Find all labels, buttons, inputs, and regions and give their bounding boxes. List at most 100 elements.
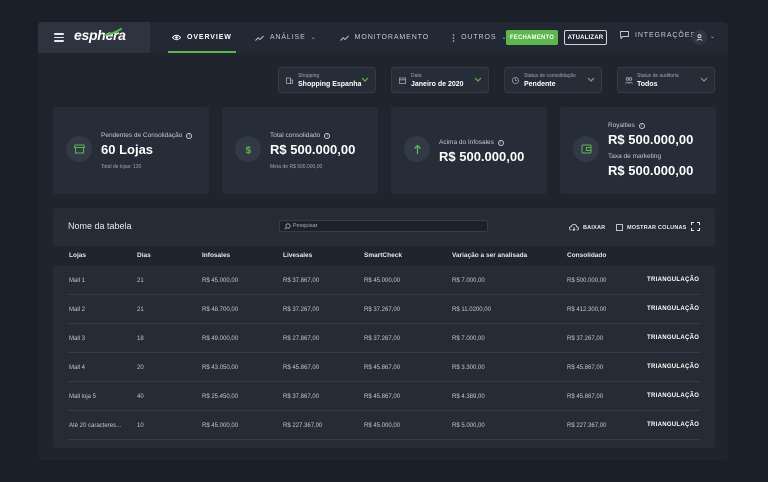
table-row[interactable]: Até 20 caracteres... 10 R$ 45.000,00 R$ 227… — [68, 411, 700, 440]
nav-outros-label: OUTROS — [461, 34, 497, 41]
cell-consolidado: R$ 412.300,00 — [567, 307, 607, 313]
filter-label: Shopping — [298, 73, 320, 79]
nav-overview[interactable]: OVERVIEW — [160, 22, 243, 53]
trend-icon — [339, 35, 349, 41]
cell-livesales: R$ 45.867,00 — [283, 365, 320, 371]
logo-swoosh-icon — [104, 28, 122, 36]
cell-variacao: R$ 4.389,00 — [452, 394, 485, 400]
search-box[interactable] — [279, 220, 488, 232]
card-value-secondary: R$ 500.000,00 — [608, 163, 694, 178]
card-label: Royalties! — [608, 122, 645, 129]
card-label-text: Total consolidado — [270, 132, 321, 139]
table-title: Nome da tabela — [68, 221, 132, 231]
search-input[interactable] — [293, 221, 483, 231]
mostrar-colunas-label: MOSTRAR COLUNAS — [627, 224, 687, 231]
baixar-label: BAIXAR — [583, 224, 606, 231]
table-row[interactable]: Mall 2 21 R$ 48.700,00 R$ 37.267,00 R$ 37.26… — [68, 295, 700, 324]
cell-smartcheck: R$ 37.267,00 — [364, 336, 401, 342]
cell-variacao: R$ 3.300,00 — [452, 365, 485, 371]
nav-monitoramento[interactable]: MONITORAMENTO — [328, 22, 440, 53]
atualizar-button[interactable]: ATUALIZAR — [564, 30, 607, 45]
info-icon[interactable]: ! — [186, 132, 193, 139]
cell-variacao: R$ 7.000,00 — [452, 278, 485, 284]
card-value: 60 Lojas — [101, 142, 154, 157]
cell-smartcheck: R$ 45.000,00 — [364, 423, 401, 429]
cell-infosales: R$ 25.450,00 — [202, 394, 239, 400]
integracoes-link[interactable]: INTEGRAÇÕES — [620, 31, 696, 39]
main-nav: OVERVIEW ANÁLISE ⌄ MONITORAMENTO OUTROS … — [160, 22, 518, 53]
cell-consolidado: R$ 45.867,00 — [567, 394, 604, 400]
info-icon[interactable]: ! — [497, 139, 504, 146]
cell-consolidado: R$ 500.000,00 — [567, 278, 607, 284]
table-row[interactable]: Mall 1 21 R$ 45.000,00 R$ 37.867,00 R$ 45.00… — [68, 266, 700, 295]
cell-livesales: R$ 37.267,00 — [283, 307, 320, 313]
column-header-dias[interactable]: Dias — [137, 252, 151, 259]
user-icon — [696, 34, 703, 41]
dollar-icon: $ — [235, 136, 261, 162]
info-icon[interactable]: ! — [324, 132, 331, 139]
cell-loja: Mall 2 — [69, 307, 86, 313]
filter-shopping[interactable]: Shopping Shopping Espanha — [278, 67, 376, 93]
chat-icon — [620, 31, 629, 39]
filter-data[interactable]: Data Janeiro de 2020 — [391, 67, 489, 93]
cell-smartcheck: R$ 45.867,00 — [364, 365, 401, 371]
baixar-button[interactable]: BAIXAR — [569, 224, 605, 231]
card-pendentes: Pendentes de Consolidação! 60 Lojas Tota… — [53, 107, 209, 194]
triangulacao-link[interactable]: TRIANGULAÇÃO — [647, 393, 699, 399]
cell-loja: Mall 1 — [69, 278, 86, 284]
cell-dias: 18 — [137, 336, 144, 342]
card-label-text: Royalties — [608, 122, 635, 129]
filter-status-consolidacao[interactable]: Status de consolidação Pendente — [504, 67, 602, 93]
cell-dias: 21 — [137, 278, 144, 284]
mostrar-colunas-toggle[interactable]: MOSTRAR COLUNAS — [616, 224, 687, 231]
cell-infosales: R$ 43.050,00 — [202, 365, 239, 371]
triangulacao-link[interactable]: TRIANGULAÇÃO — [647, 364, 699, 370]
triangulacao-link[interactable]: TRIANGULAÇÃO — [647, 306, 699, 312]
column-header-variacao[interactable]: Variação a ser analisada — [452, 252, 527, 259]
card-label-secondary: Taxa de marketing — [608, 153, 662, 160]
card-label: Acima do Infosales! — [439, 139, 504, 146]
triangulacao-link[interactable]: TRIANGULAÇÃO — [647, 335, 699, 341]
cell-consolidado: R$ 227.367,00 — [567, 423, 607, 429]
cell-livesales: R$ 37.867,00 — [283, 394, 320, 400]
card-label-text: Acima do Infosales — [439, 139, 494, 146]
column-header-consolidado[interactable]: Consolidado — [567, 252, 606, 259]
column-header-smartcheck[interactable]: SmartCheck — [364, 252, 402, 259]
card-total-consolidado: $ Total consolidado! R$ 500.000,00 Meta … — [222, 107, 378, 194]
cell-livesales: R$ 37.867,00 — [283, 278, 320, 284]
cell-infosales: R$ 45.000,00 — [202, 278, 239, 284]
column-header-livesales[interactable]: Livesales — [283, 252, 312, 259]
nav-analise[interactable]: ANÁLISE ⌄ — [243, 22, 328, 53]
fechamento-button[interactable]: FECHAMENTO — [506, 30, 558, 45]
card-sub: Meta de R$ 500.000,00 — [270, 164, 323, 170]
chevron-down-icon[interactable]: ⌄ — [710, 33, 715, 40]
triangulacao-link[interactable]: TRIANGULAÇÃO — [647, 422, 699, 428]
table-row[interactable]: Mall 4 20 R$ 43.050,00 R$ 45.867,00 R$ 45.86… — [68, 353, 700, 382]
info-icon[interactable]: ! — [638, 122, 645, 129]
hamburger-menu-icon[interactable] — [54, 33, 64, 42]
triangulacao-link[interactable]: TRIANGULAÇÃO — [647, 277, 699, 283]
cell-dias: 40 — [137, 394, 144, 400]
filter-value: Shopping Espanha — [298, 81, 362, 88]
cell-livesales: R$ 227.367,00 — [283, 423, 323, 429]
card-acima-infosales: Acima do Infosales! R$ 500.000,00 — [391, 107, 547, 194]
fullscreen-icon[interactable] — [691, 222, 700, 231]
table-row[interactable]: Mall 3 18 R$ 49.000,00 R$ 27.867,00 R$ 37.26… — [68, 324, 700, 353]
card-label-text: Pendentes de Consolidação — [101, 132, 183, 139]
filter-status-auditoria[interactable]: Status de auditoria Todos — [617, 67, 715, 93]
column-header-lojas[interactable]: Lojas — [69, 252, 86, 259]
card-value: R$ 500.000,00 — [270, 142, 356, 157]
column-header-infosales[interactable]: Infosales — [202, 252, 230, 259]
chevron-down-icon — [587, 77, 595, 82]
filter-label: Data — [411, 73, 422, 79]
cell-infosales: R$ 48.700,00 — [202, 307, 239, 313]
filter-label: Status de consolidação — [524, 73, 576, 79]
cell-loja: Mall 4 — [69, 365, 86, 371]
cell-variacao: R$ 7.000,00 — [452, 336, 485, 342]
filter-value: Janeiro de 2020 — [411, 81, 464, 88]
user-avatar[interactable] — [692, 30, 707, 45]
cell-livesales: R$ 27.867,00 — [283, 336, 320, 342]
chevron-down-icon — [361, 77, 369, 82]
table-row[interactable]: Mall loja 5 40 R$ 25.450,00 R$ 37.867,00 R$ … — [68, 382, 700, 411]
card-value: R$ 500.000,00 — [439, 149, 525, 164]
